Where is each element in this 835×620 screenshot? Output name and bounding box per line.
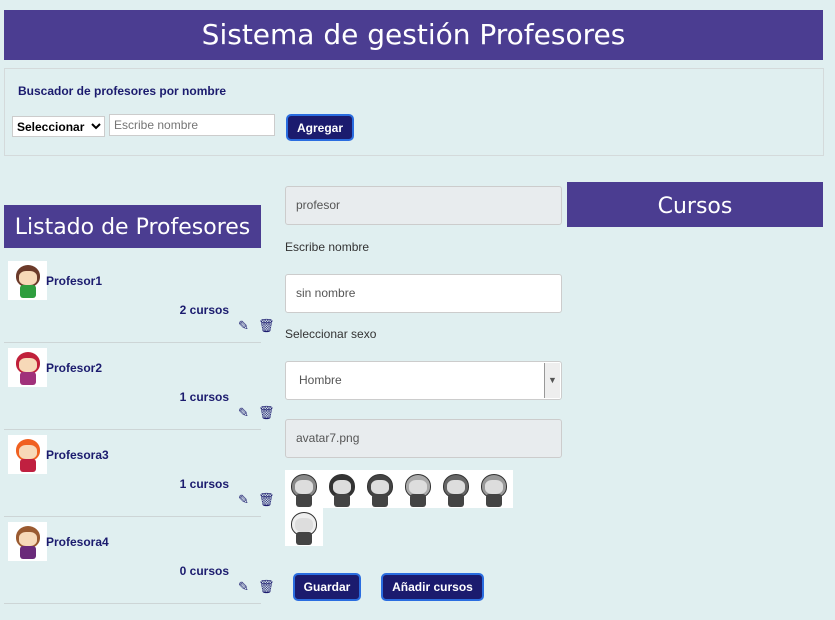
search-panel: Buscador de profesores por nombre Selecc… [4,68,824,156]
avatar [8,261,47,300]
avatar-option[interactable] [399,470,437,508]
chevron-down-icon[interactable]: ▼ [544,363,560,398]
avatar-option[interactable] [437,470,475,508]
course-count: 1 cursos [179,477,229,491]
teacher-item: Profesora4 0 cursos ✎ 🗑 [4,517,275,604]
avatar-option[interactable] [323,470,361,508]
avatar-option[interactable] [285,508,323,546]
add-courses-button[interactable]: Añadir cursos [381,573,484,601]
course-count: 1 cursos [179,390,229,404]
page-title: Sistema de gestión Profesores [4,10,823,60]
sex-select[interactable]: Hombre ▼ [285,361,562,400]
save-button[interactable]: Guardar [293,573,361,601]
edit-icon[interactable]: ✎ [238,579,249,595]
edit-icon[interactable]: ✎ [238,318,249,334]
trash-icon[interactable]: 🗑 [258,492,275,508]
avatar-field[interactable]: avatar7.png [285,419,562,458]
teacher-name[interactable]: Profesor1 [46,274,102,288]
sex-label: Seleccionar sexo [285,327,377,341]
name-input[interactable]: sin nombre [285,274,562,313]
teacher-item: Profesor2 1 cursos ✎ 🗑 [4,343,275,430]
search-input[interactable] [109,114,275,136]
course-count: 0 cursos [179,564,229,578]
trash-icon[interactable]: 🗑 [258,579,275,595]
avatar [8,348,47,387]
avatar [8,435,47,474]
sex-value: Hombre [299,373,342,387]
teacher-name[interactable]: Profesora4 [46,535,109,549]
edit-icon[interactable]: ✎ [238,492,249,508]
edit-icon[interactable]: ✎ [238,405,249,421]
avatar-option[interactable] [361,470,399,508]
courses-title: Cursos [567,182,823,227]
avatar-option[interactable] [475,470,513,508]
list-title: Listado de Profesores [4,205,261,248]
trash-icon[interactable]: 🗑 [258,405,275,421]
teacher-name[interactable]: Profesora3 [46,448,109,462]
search-label: Buscador de profesores por nombre [18,84,227,98]
avatar-option[interactable] [285,470,323,508]
trash-icon[interactable]: 🗑 [258,318,275,334]
avatar [8,522,47,561]
teacher-item: Profesora3 1 cursos ✎ 🗑 [4,430,275,517]
course-count: 2 cursos [179,303,229,317]
add-button[interactable]: Agregar [286,114,354,141]
teacher-name[interactable]: Profesor2 [46,361,102,375]
role-field[interactable]: profesor [285,186,562,225]
teacher-item: Profesor1 2 cursos ✎ 🗑 [4,256,275,343]
name-label: Escribe nombre [285,240,370,254]
filter-select[interactable]: Seleccionar [12,116,105,137]
